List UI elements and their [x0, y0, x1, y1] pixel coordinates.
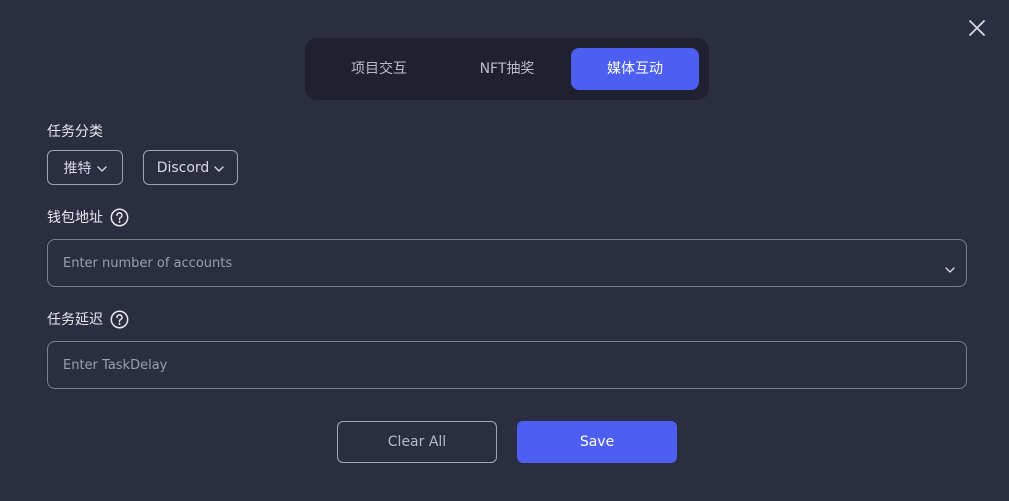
task-category-label: 任务分类 [47, 121, 103, 141]
tab-nft-lottery[interactable]: NFT抽奖 [445, 48, 569, 90]
task-delay-label-text: 任务延迟 [47, 312, 103, 328]
category-option-label: 推特 [63, 160, 92, 177]
category-dropdown-twitter[interactable]: 推特 [47, 150, 123, 185]
chevron-down-icon [945, 258, 955, 277]
tab-project-interaction[interactable]: 项目交互 [317, 48, 441, 90]
wallet-address-label-text: 钱包地址 [47, 210, 103, 226]
close-icon [969, 20, 985, 36]
mode-tabs: 项目交互 NFT抽奖 媒体互动 [305, 38, 709, 100]
task-delay-label: 任务延迟 [47, 308, 129, 330]
wallet-address-select[interactable] [47, 239, 967, 287]
category-dropdown-discord[interactable]: Discord [143, 150, 238, 185]
clear-all-button[interactable]: Clear All [337, 421, 497, 463]
save-button[interactable]: Save [517, 421, 677, 463]
help-icon[interactable] [110, 208, 129, 227]
task-delay-input[interactable] [48, 342, 966, 388]
help-icon[interactable] [110, 310, 129, 329]
chevron-down-icon [214, 160, 225, 176]
wallet-address-label: 钱包地址 [47, 206, 129, 228]
task-category-label-text: 任务分类 [47, 124, 103, 140]
task-delay-field[interactable] [47, 341, 967, 389]
modal-dialog: 项目交互 NFT抽奖 媒体互动 任务分类 推特 Discord 钱包地址 Ent… [0, 0, 1009, 501]
wallet-address-input[interactable] [48, 240, 966, 286]
category-option-label: Discord [156, 159, 210, 176]
chevron-down-icon [96, 160, 107, 176]
tab-media-interaction[interactable]: 媒体互动 [571, 48, 699, 90]
close-button[interactable] [964, 15, 990, 41]
